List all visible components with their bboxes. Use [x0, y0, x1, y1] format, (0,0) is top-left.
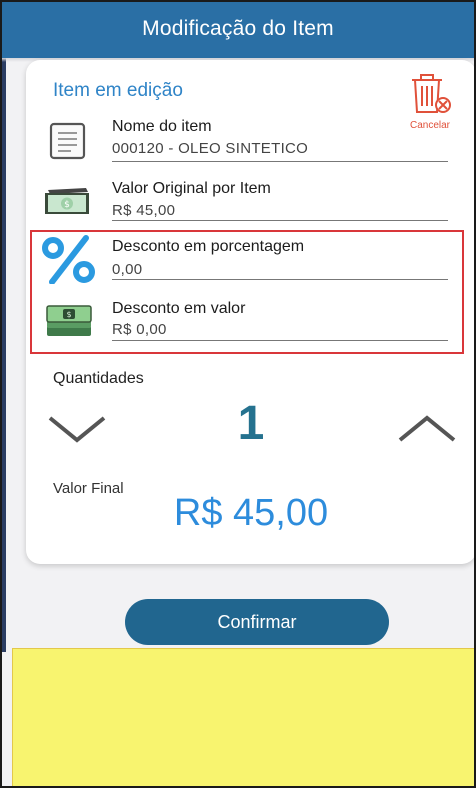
- money-stack-icon: $: [46, 305, 92, 336]
- item-name-label: Nome do item: [112, 118, 212, 135]
- item-name-value: 000120 - OLEO SINTETICO: [112, 140, 309, 157]
- discount-percent-label: Desconto em porcentagem: [112, 238, 305, 255]
- cash-icon: $: [45, 188, 89, 214]
- discount-percent-underline: [112, 279, 448, 280]
- cancel-button[interactable]: Cancelar: [400, 70, 458, 132]
- document-icon: [49, 122, 86, 160]
- original-value-value: R$ 45,00: [112, 202, 176, 219]
- original-value-underline: [112, 220, 448, 221]
- svg-text:$: $: [66, 310, 71, 319]
- card-title: Item em edição: [53, 80, 183, 101]
- discount-value-input[interactable]: R$ 0,00: [112, 321, 448, 341]
- app-screen: Modificação do Item Item em edição Cance…: [0, 0, 476, 788]
- svg-text:$: $: [64, 200, 70, 210]
- increase-quantity-chevron-icon[interactable]: [396, 412, 458, 446]
- cancel-label: Cancelar: [409, 120, 451, 131]
- confirm-button[interactable]: Confirmar: [125, 599, 389, 645]
- original-value-label: Valor Original por Item: [112, 180, 271, 197]
- quantities-label: Quantidades: [53, 370, 144, 387]
- item-name-underline: [112, 161, 448, 162]
- edit-item-card: Item em edição Cancelar Nome do item 000…: [26, 60, 474, 564]
- yellow-overlay-area: [12, 648, 474, 786]
- quantity-value: 1: [237, 397, 265, 450]
- percent-icon: [42, 235, 95, 284]
- trash-cancel-icon: [412, 74, 451, 113]
- final-value-amount: R$ 45,00: [173, 492, 329, 534]
- discount-percent-input[interactable]: 0,00: [112, 261, 448, 281]
- decrease-quantity-chevron-icon[interactable]: [46, 412, 108, 446]
- discount-value-underline: [112, 340, 448, 341]
- left-edge-bar: [2, 52, 6, 652]
- final-value-label: Valor Final: [53, 480, 124, 497]
- discount-value-label: Desconto em valor: [112, 300, 246, 317]
- header-title: Modificação do Item: [2, 2, 474, 58]
